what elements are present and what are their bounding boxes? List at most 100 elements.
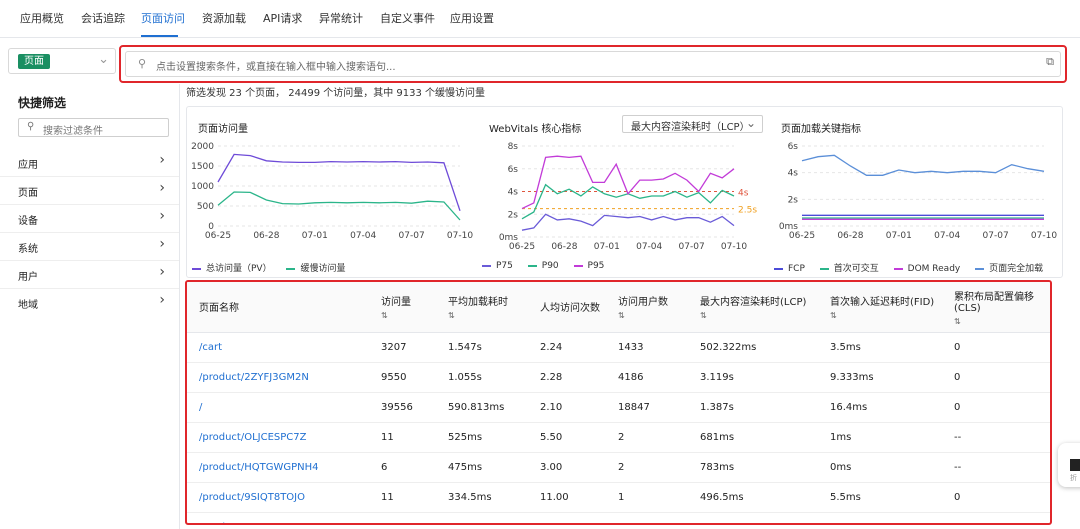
tab-api-requests[interactable]: API请求 (263, 10, 302, 26)
table-cell: 1433 (606, 332, 688, 363)
sort-icon[interactable]: ⇅ (954, 317, 1050, 326)
legend-item[interactable]: 首次可交互 (819, 264, 879, 274)
x-tick-label: 07-10 (1031, 231, 1057, 241)
table-row[interactable]: /cart 3207 1.547s 2.24 1433 502.322ms 3.5ms 0 (187, 332, 1050, 363)
x-tick-label: 07-01 (886, 231, 912, 241)
page-load-chart: 0ms2s4s6s06-25 06-28 07-01 07-04 07-07 07-10 (779, 142, 1057, 241)
column-header[interactable]: 首次输入延迟耗时(FID) ⇅ (818, 282, 942, 333)
table-row[interactable]: /product/OLJCESPC7Z 11 525ms 5.50 2 681ms 1ms -… (187, 422, 1050, 453)
table-row[interactable]: /product/66VCHSJNUP 26332.75ms26.001505.6… (187, 512, 1050, 524)
page-link[interactable]: /product/9SIQT8TOJO (199, 492, 305, 503)
tab-custom-events[interactable]: 自定义事件 (380, 10, 435, 26)
table-cell: 0 (942, 512, 1050, 523)
column-header-label: 最大内容渲染耗时(LCP) (700, 297, 807, 309)
column-header-label: 访问用户数 (618, 297, 668, 309)
table-cell: 1.547s (436, 332, 528, 363)
column-header: 页面名称 (187, 282, 369, 333)
table-cell: 590.813ms (436, 392, 528, 423)
table-cell: 1 (606, 512, 688, 523)
chevron-down-icon: ⌄ (745, 116, 756, 130)
table-cell: 0 (942, 362, 1050, 393)
floating-tool-button[interactable]: 折 (1058, 443, 1080, 487)
page-link[interactable]: /cart (199, 342, 222, 353)
page-link[interactable]: /product/HQTGWGPNH4 (199, 462, 318, 473)
page-link[interactable]: /product/66VCHSJNUP (199, 522, 308, 524)
sidebar-item-label: 用户 (18, 272, 38, 283)
tab-app-settings[interactable]: 应用设置 (450, 10, 494, 26)
sort-icon[interactable]: ⇅ (700, 311, 818, 320)
tab-exceptions[interactable]: 异常统计 (319, 10, 363, 26)
table-row[interactable]: /product/HQTGWGPNH4 6 475ms 3.00 2 783ms 0ms -- (187, 452, 1050, 483)
sort-icon[interactable]: ⇅ (381, 311, 436, 320)
x-tick-label: 07-04 (636, 242, 662, 252)
column-header[interactable]: 访问用户数 ⇅ (606, 282, 688, 333)
search-icon: ⚲ (138, 57, 147, 70)
search-input[interactable]: ⚲ 点击设置搜索条件，或直接在输入框中输入搜索语句... ⧉ (125, 51, 1061, 77)
table-cell: 2.24 (528, 332, 606, 363)
table-cell: 4186 (606, 362, 688, 393)
legend-item[interactable]: 缓慢访问量 (286, 264, 345, 274)
table-cell: 18.333ms (818, 512, 942, 523)
legend-item[interactable]: 总访问量（PV） (192, 264, 272, 274)
column-header[interactable]: 访问量 ⇅ (369, 282, 436, 333)
chevron-right-icon: › (159, 180, 165, 196)
series-line (521, 155, 735, 210)
series-line (521, 183, 735, 220)
table-cell: 9550 (369, 362, 436, 393)
tab-overview[interactable]: 应用概览 (20, 10, 64, 26)
sidebar-item-app[interactable]: 应用 › (0, 149, 179, 177)
table-cell: 496.5ms (688, 482, 818, 513)
page-link[interactable]: /product/OLJCESPC7Z (199, 432, 306, 443)
table-cell: 475ms (436, 452, 528, 483)
table-cell: -- (942, 422, 1050, 453)
copy-icon[interactable]: ⧉ (1046, 55, 1054, 69)
page-name-cell: /cart (187, 332, 369, 363)
sidebar-item-system[interactable]: 系统 › (0, 233, 179, 261)
table-row[interactable]: /product/2ZYFJ3GM2N 9550 1.055s 2.28 4186 3.1… (187, 362, 1050, 393)
legend-item[interactable]: P75 (482, 261, 513, 271)
table-cell: 3207 (369, 332, 436, 363)
table-cell: 11 (369, 422, 436, 453)
page-link[interactable]: /product/2ZYFJ3GM2N (199, 372, 309, 383)
column-header[interactable]: 平均加载耗时 ⇅ (436, 282, 528, 333)
sidebar-item-label: 系统 (18, 244, 38, 255)
table-cell: 3.00 (528, 452, 606, 483)
top-nav: 应用概览 会话追踪 页面访问 资源加载 API请求 异常统计 自定义事件 应用设… (0, 0, 1080, 38)
legend-item[interactable]: DOM Ready (893, 264, 960, 274)
filter-search-input[interactable]: ⚲ 搜索过滤条件 (18, 118, 169, 137)
column-header[interactable]: 累积布局配置偏移(CLS) ⇅ (942, 282, 1050, 333)
page-name-cell: /product/66VCHSJNUP (187, 512, 369, 524)
sidebar-item-page[interactable]: 页面 › (0, 177, 179, 205)
table-cell: 1.055s (436, 362, 528, 393)
legend-item[interactable]: P95 (573, 261, 604, 271)
tab-session-trace[interactable]: 会话追踪 (81, 10, 125, 26)
column-header-label: 访问量 (381, 297, 411, 309)
tab-resource-load[interactable]: 资源加载 (202, 10, 246, 26)
x-tick-label: 06-28 (837, 231, 863, 241)
table-row[interactable]: /product/9SIQT8TOJO 11 334.5ms 11.00 1 496.5m… (187, 482, 1050, 513)
legend-item[interactable]: P90 (527, 261, 559, 271)
legend-item[interactable]: 页面完全加载 (975, 264, 1043, 274)
table-cell: 5.50 (528, 422, 606, 453)
table-cell: 332.75ms (436, 512, 528, 523)
legend-item[interactable]: FCP (774, 264, 805, 274)
sort-icon[interactable]: ⇅ (618, 311, 688, 320)
sidebar-item-device[interactable]: 设备 › (0, 205, 179, 233)
table-row[interactable]: / 39556 590.813ms 2.10 18847 1.387s 16.4ms 0 (187, 392, 1050, 423)
pv-chart-title: 页面访问量 (198, 124, 248, 135)
x-tick-label: 07-07 (679, 242, 705, 252)
page-link[interactable]: / (199, 402, 202, 413)
vitals-metric-select[interactable]: 最大内容渲染耗时（LCP） ⌄ (622, 115, 763, 133)
chevron-down-icon: ⌄ (98, 52, 109, 67)
sidebar-item-region[interactable]: 地域 › (0, 289, 179, 317)
column-header[interactable]: 最大内容渲染耗时(LCP) ⇅ (688, 282, 818, 333)
y-tick-label: 2s (788, 195, 799, 205)
sort-icon[interactable]: ⇅ (830, 311, 942, 320)
type-select[interactable]: 页面 ⌄ (8, 48, 116, 74)
sidebar-item-user[interactable]: 用户 › (0, 261, 179, 289)
sort-icon[interactable]: ⇅ (448, 311, 528, 320)
table-cell: 2 (606, 452, 688, 483)
table-cell: 11.00 (528, 482, 606, 513)
tab-page-access[interactable]: 页面访问 (141, 10, 185, 26)
webvitals-legend: P75 P90 P95 (482, 261, 616, 271)
